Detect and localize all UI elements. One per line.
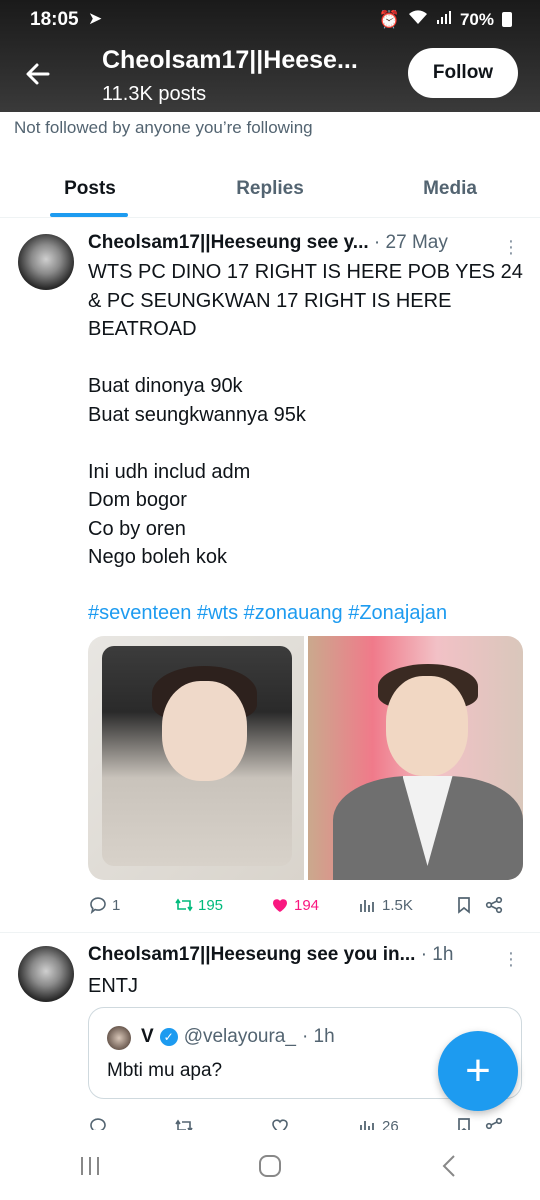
tab-media[interactable]: Media: [360, 160, 540, 217]
battery-text: 70%: [459, 9, 494, 29]
views-button[interactable]: 26: [358, 1116, 454, 1130]
quoted-post-header: V ✓ @velayoura_ · 1h: [141, 1026, 335, 1048]
profile-title: Cheolsam17||Heese...: [102, 46, 358, 74]
post-date[interactable]: · 27 May: [374, 232, 448, 253]
repost-icon: [175, 1119, 193, 1130]
reply-icon: [90, 1118, 106, 1130]
share-button[interactable]: [484, 1116, 514, 1130]
not-followed-notice: Not followed by anyone you’re following: [14, 118, 313, 137]
wifi-icon: [408, 9, 428, 30]
repost-count: 195: [198, 896, 224, 914]
avatar: [107, 1026, 131, 1050]
face-shape: [385, 676, 468, 776]
alarm-icon: ⏰: [378, 9, 400, 29]
post-hashtags[interactable]: #seventeen #wts #zonauang #Zonajajan: [88, 599, 524, 628]
face-shape: [162, 681, 247, 781]
compose-post-button[interactable]: +: [438, 1031, 518, 1111]
reply-button[interactable]: 1: [88, 895, 174, 915]
like-count: 194: [294, 896, 320, 914]
tab-label: Posts: [64, 177, 116, 199]
home-button[interactable]: [240, 1146, 300, 1186]
heart-icon: [272, 1119, 288, 1130]
status-bar: 18:05 ➤ ⏰ 70%: [0, 0, 540, 40]
repost-button[interactable]: [174, 1116, 270, 1130]
photocard-image[interactable]: [88, 636, 304, 880]
more-options-icon[interactable]: · · ·: [506, 943, 516, 975]
like-button[interactable]: 194: [270, 895, 358, 915]
post-author-name[interactable]: Cheolsam17||Heeseung see you in...: [88, 944, 415, 966]
bookmark-icon: [458, 1118, 470, 1130]
like-button[interactable]: [270, 1116, 358, 1130]
posts-count: 11.3K posts: [102, 83, 207, 105]
bookmark-button[interactable]: [454, 1116, 484, 1130]
views-count: 1.5K: [382, 896, 413, 914]
plus-icon: +: [465, 1046, 491, 1095]
status-time: 18:05: [30, 9, 79, 30]
avatar[interactable]: [18, 234, 74, 290]
post-header: Cheolsam17||Heeseung see y... · 27 May: [88, 232, 448, 254]
back-nav-button[interactable]: [420, 1146, 480, 1186]
quoted-author-name: V: [141, 1026, 154, 1047]
repost-button[interactable]: 195: [174, 895, 270, 915]
views-count: 26: [382, 1117, 399, 1131]
views-icon: [360, 1121, 374, 1130]
back-arrow-icon: [26, 63, 50, 85]
photocard-dino: [102, 646, 292, 866]
views-button[interactable]: 1.5K: [358, 895, 454, 915]
battery-icon: [502, 12, 512, 27]
recent-apps-icon: [81, 1157, 99, 1175]
post-text: WTS PC DINO 17 RIGHT IS HERE POB YES 24 …: [88, 261, 523, 568]
post-actions: 1 195 194 1.5K: [88, 895, 518, 915]
post-header: Cheolsam17||Heeseung see you in... · 1h: [88, 944, 453, 966]
photocard-image[interactable]: [307, 636, 523, 880]
home-icon: [259, 1155, 281, 1177]
quoted-post-text: Mbti mu apa?: [107, 1060, 223, 1081]
system-navigation-bar: [0, 1132, 540, 1200]
signal-icon: [436, 9, 452, 30]
tab-label: Media: [423, 177, 477, 199]
share-button[interactable]: [484, 895, 514, 915]
avatar[interactable]: [18, 946, 74, 1002]
more-options-icon[interactable]: · · ·: [506, 231, 516, 263]
tab-replies[interactable]: Replies: [180, 160, 360, 217]
post-media[interactable]: [88, 636, 523, 880]
quoted-post-time: · 1h: [301, 1026, 335, 1047]
reply-icon: [90, 897, 106, 915]
status-icons: ⏰ 70%: [379, 9, 512, 30]
post-date[interactable]: · 1h: [421, 944, 454, 965]
views-icon: [360, 900, 374, 912]
telegram-icon: ➤: [88, 9, 103, 28]
repost-icon: [175, 898, 193, 912]
heart-icon: [273, 899, 287, 912]
reply-button[interactable]: [88, 1116, 174, 1130]
post-actions: 26: [88, 1116, 518, 1130]
profile-tabs: Posts Replies Media: [0, 160, 540, 218]
tab-posts[interactable]: Posts: [0, 160, 180, 217]
reply-count: 1: [112, 896, 121, 914]
tab-label: Replies: [236, 177, 304, 199]
active-tab-indicator: [50, 213, 128, 217]
bookmark-button[interactable]: [454, 895, 484, 915]
post-text: ENTJ: [88, 975, 138, 997]
share-icon: [485, 1117, 503, 1130]
follow-button[interactable]: Follow: [408, 48, 518, 98]
post-divider: [0, 932, 540, 933]
profile-header: 18:05 ➤ ⏰ 70% Cheolsam17||Heese... 11.3K…: [0, 0, 540, 112]
recent-apps-button[interactable]: [60, 1146, 120, 1186]
chevron-left-icon: [442, 1155, 455, 1177]
back-button[interactable]: [14, 50, 62, 98]
verified-badge-icon: ✓: [159, 1028, 178, 1046]
share-icon: [485, 896, 503, 914]
post-author-name[interactable]: Cheolsam17||Heeseung see y...: [88, 232, 369, 254]
bookmark-icon: [458, 897, 470, 914]
quoted-author-handle: @velayoura_: [183, 1026, 296, 1047]
